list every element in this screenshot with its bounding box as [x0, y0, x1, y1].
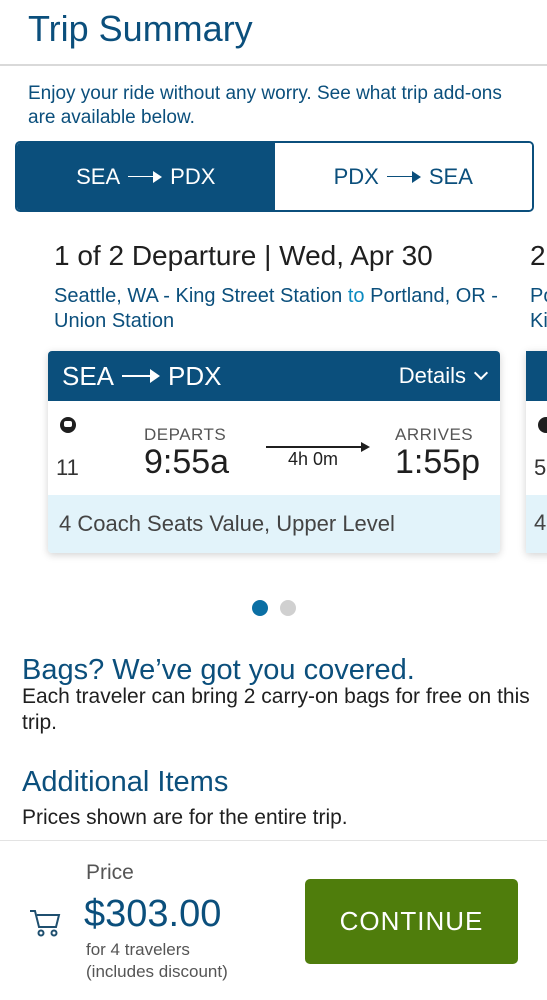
cart-icon — [30, 910, 61, 937]
seating-info: 4 Coach Seats Value, Upper Level — [48, 495, 500, 553]
card-to: PDX — [168, 360, 222, 391]
tab-from: PDX — [333, 163, 379, 189]
departs-label: DEPARTS — [144, 425, 227, 444]
next-trip-card-peek[interactable]: 5 4 — [526, 351, 547, 553]
price-label: Price — [86, 861, 134, 884]
next-trip-heading-peek: 2 — [530, 240, 546, 271]
carousel-pagination — [252, 600, 296, 616]
price-note-discount: (includes discount) — [86, 962, 228, 981]
pagination-dot-active[interactable] — [252, 600, 268, 616]
arrow-right-icon — [122, 369, 161, 383]
header: Trip Summary — [0, 0, 547, 66]
trip-duration: 4h 0m — [288, 449, 339, 469]
tab-to: PDX — [170, 163, 216, 189]
price-footer: Price $303.00 for 4 travelers (includes … — [0, 840, 547, 1000]
trip-carousel[interactable]: 1 of 2 Departure | Wed, Apr 30 Seattle, … — [0, 232, 547, 592]
additional-items-text: Prices shown are for the entire trip. — [22, 806, 348, 829]
arrives-time: 1:55p — [395, 443, 481, 481]
card-from: SEA — [62, 360, 115, 391]
peek-card-header — [526, 351, 547, 401]
continue-button[interactable]: CONTINUE — [305, 879, 518, 964]
arrow-right-icon — [386, 170, 421, 183]
page-title: Trip Summary — [28, 8, 253, 49]
tab-to: SEA — [428, 163, 473, 189]
arrow-right-icon — [128, 170, 163, 183]
trip-card-body: 11 DEPARTS 9:55a 4h 0m ARRIVES 1:55p — [48, 401, 500, 495]
next-trip-route-peek: Po Ki — [530, 284, 547, 334]
pagination-dot[interactable] — [280, 600, 296, 616]
train-number: 11 — [56, 455, 79, 480]
peek-seating-info: 4 — [526, 495, 547, 553]
details-button[interactable]: Details — [398, 363, 489, 389]
trip-heading: 1 of 2 Departure | Wed, Apr 30 — [54, 240, 433, 271]
peek-train-number: 5 — [534, 455, 547, 480]
intro-text: Enjoy your ride without any worry. See w… — [28, 83, 502, 128]
price-value: $303.00 — [84, 893, 222, 935]
chevron-down-icon — [473, 365, 489, 381]
direction-toggle: SEA PDX PDX SEA — [15, 141, 534, 212]
train-icon — [538, 417, 547, 433]
departs-time: 9:55a — [144, 443, 230, 481]
card-route: SEA PDX — [62, 361, 222, 392]
trip-route: Seattle, WA - King Street Station to Por… — [54, 284, 510, 334]
trip-card-header: SEA PDX Details — [48, 351, 500, 401]
peek-route-line: Ki — [530, 310, 547, 332]
tab-sea-to-pdx[interactable]: SEA PDX — [17, 143, 275, 210]
trip-route-connector: to — [347, 285, 365, 307]
bags-text: Each traveler can bring 2 carry-on bags … — [22, 685, 530, 734]
trip-origin: Seattle, WA - King Street Station — [54, 285, 343, 307]
trip-card[interactable]: SEA PDX Details 11 DEPARTS 9:55a 4h 0m A… — [48, 351, 500, 553]
price-note-travelers: for 4 travelers — [86, 940, 190, 959]
arrives-label: ARRIVES — [395, 425, 474, 444]
peek-route-line: Po — [530, 285, 547, 307]
tab-pdx-to-sea[interactable]: PDX SEA — [274, 143, 532, 210]
details-label: Details — [398, 363, 466, 388]
bags-title: Bags? We’ve got you covered. — [22, 654, 415, 686]
train-icon — [60, 417, 76, 433]
tab-from: SEA — [76, 163, 121, 189]
price-note: for 4 travelers (includes discount) — [86, 939, 286, 983]
additional-items-title: Additional Items — [22, 766, 229, 798]
